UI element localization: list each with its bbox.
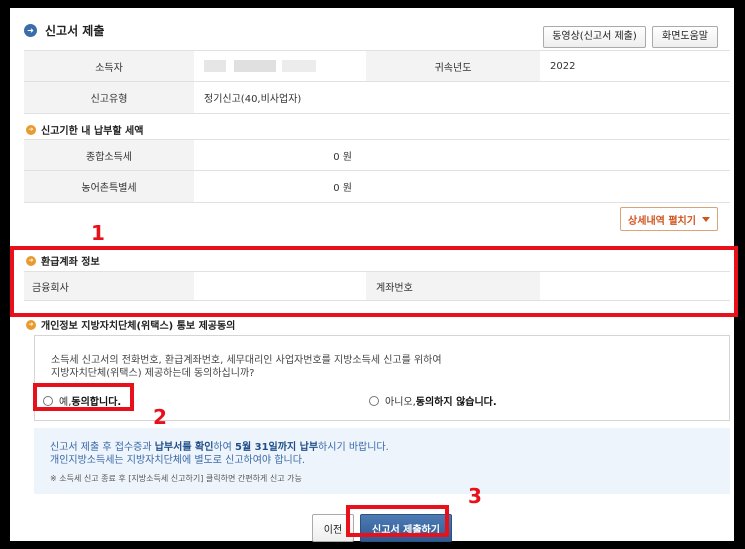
income-tax-value: 0 원: [333, 151, 352, 163]
highlight-box-submit: [346, 505, 449, 537]
rural-tax-label: 농어촌특별세: [24, 171, 194, 202]
annotation-number-1: 1: [91, 221, 105, 245]
notice-line-3: ※ 소득세 신고 종료 후 [지방소득세 신고하기] 클릭하면 간편하게 신고 …: [50, 474, 302, 483]
consent-no-radio[interactable]: 아니오, 동의하지 않습니다.: [369, 393, 497, 408]
highlight-box-refund: [10, 246, 738, 317]
filing-type-label: 신고유형: [24, 82, 194, 113]
year-value: 2022: [550, 60, 576, 72]
arrow-bullet-icon: ➜: [26, 124, 36, 135]
expand-details-button[interactable]: 상세내역 펼치기: [620, 207, 718, 231]
page-header: ➜ 신고서 제출: [24, 22, 104, 39]
filing-type-value: 정기신고(40,비사업자): [204, 94, 302, 105]
annotation-number-2: 2: [153, 405, 167, 429]
income-tax-label: 종합소득세: [24, 140, 194, 170]
arrow-bullet-icon: ➜: [26, 319, 36, 330]
notice-line-2: 개인지방소득세는 지방자치단체에 별도로 신고하여야 합니다.: [50, 455, 306, 466]
consent-section-title: ➜ 개인정보 지방자치단체(위택스) 통보 제공동의: [26, 317, 235, 332]
annotation-number-3: 3: [468, 484, 482, 508]
income-tax-row: 종합소득세 0 원: [24, 139, 730, 171]
rural-tax-value: 0 원: [333, 183, 352, 194]
radio-circle-icon: [369, 395, 379, 406]
taxpayer-value-masked: [194, 51, 366, 81]
rural-tax-row: 농어촌특별세 0 원: [24, 171, 730, 203]
consent-box: 소득세 신고서의 전화번호, 환급계좌번호, 세무대리인 사업자번호를 지방소득…: [34, 335, 730, 421]
arrow-right-icon: ➜: [24, 24, 37, 37]
filing-type-row: 신고유형 정기신고(40,비사업자): [24, 82, 730, 114]
video-guide-button[interactable]: 동영상(신고서 제출): [543, 26, 646, 48]
highlight-box-consent-yes: [33, 383, 134, 411]
payment-notice: 신고서 제출 후 접수증과 납부서를 확인하여 5월 31일까지 납부하시기 바…: [34, 428, 730, 494]
chevron-down-icon: [701, 216, 710, 222]
page-title: 신고서 제출: [45, 24, 105, 38]
year-label: 귀속년도: [366, 51, 540, 81]
consent-question: 소득세 신고서의 전화번호, 환급계좌번호, 세무대리인 사업자번호를 지방소득…: [51, 355, 442, 379]
screen-help-button[interactable]: 화면도움말: [652, 26, 718, 48]
taxpayer-row: 소득자 귀속년도 2022: [24, 50, 730, 82]
payment-section-title: ➜ 신고기한 내 납부할 세액: [26, 122, 143, 137]
taxpayer-label: 소득자: [24, 51, 194, 81]
